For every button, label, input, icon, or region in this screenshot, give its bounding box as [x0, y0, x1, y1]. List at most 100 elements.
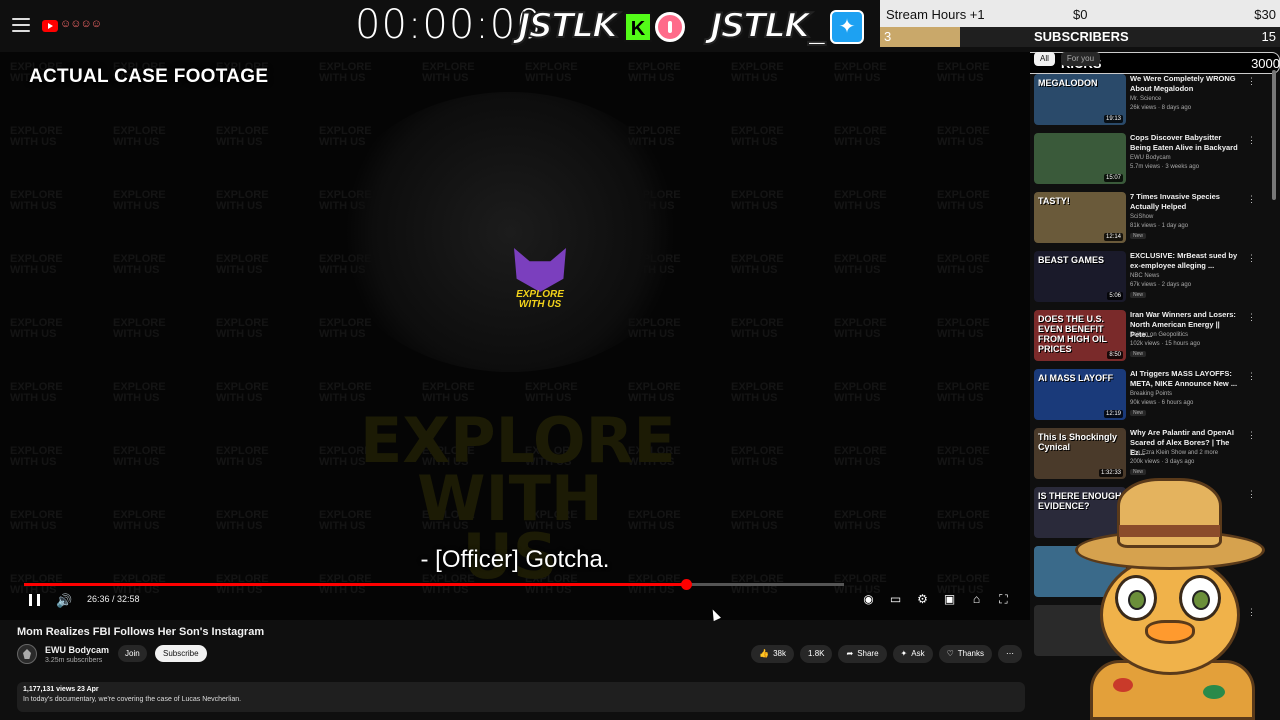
share-label: Share — [857, 649, 879, 658]
thanks-button[interactable]: ♡ Thanks — [938, 645, 992, 663]
miniplayer-icon[interactable]: ▣ — [943, 592, 956, 607]
recommendation-channel[interactable]: Mr. Science — [1130, 96, 1161, 102]
recommendation-channel[interactable]: Zeihan on Geopolitics — [1130, 332, 1188, 338]
share-button[interactable]: ➦ Share — [838, 645, 887, 663]
recommendation-item[interactable]: 15:07 Cops Discover Babysitter Being Eate… — [1034, 133, 1280, 192]
subscribers-goal: 15 — [1261, 29, 1276, 44]
watermark-tile: EXPLORE WITH US — [216, 253, 269, 276]
channel-avatar[interactable] — [17, 644, 37, 664]
like-button[interactable]: 👍 38k — [751, 645, 795, 663]
subscribers-current: 3 — [884, 29, 892, 44]
pause-icon[interactable] — [29, 594, 40, 606]
views-and-date: 1,177,131 views 23 Apr — [23, 686, 99, 693]
new-badge: New — [1130, 410, 1147, 416]
more-vert-icon[interactable]: ⋮ — [1247, 76, 1256, 87]
twitter-bird-icon: ✦ — [830, 10, 864, 44]
watermark-tile: EXPLORE WITH US — [834, 125, 887, 148]
progress-scrubber[interactable] — [680, 579, 692, 590]
recommendation-views: 67k views · 2 days ago — [1130, 282, 1192, 288]
watermark-tile: EXPLORE WITH US — [731, 445, 784, 468]
recommendation-thumbnail[interactable]: BEAST GAMES 5:06 — [1034, 251, 1126, 302]
more-vert-icon[interactable]: ⋮ — [1247, 253, 1256, 264]
watermark-tile: EXPLORE WITH US — [731, 381, 784, 404]
like-count: 38k — [773, 649, 787, 658]
more-vert-icon[interactable]: ⋮ — [1247, 194, 1256, 205]
recommendation-title[interactable]: EXCLUSIVE: MrBeast sued by ex-employee a… — [1130, 251, 1240, 271]
recommendation-channel[interactable]: SciShow — [1130, 214, 1153, 220]
recommendation-item[interactable]: AI MASS LAYOFF 12:19 AI Triggers MASS LAYO… — [1034, 369, 1280, 428]
recommendation-channel[interactable]: The Ezra Klein Show and 2 more — [1130, 450, 1218, 456]
chip-all[interactable]: All — [1034, 52, 1055, 66]
recommendation-title[interactable]: 7 Times Invasive Species Actually Helped — [1130, 192, 1240, 212]
subtitle-caption: - [Officer] Gotcha. — [420, 546, 610, 573]
recommendation-title[interactable]: Cops Discover Babysitter Being Eaten Ali… — [1130, 133, 1240, 153]
mascot-bird-avatar — [1075, 470, 1265, 720]
more-actions-button[interactable]: ⋯ — [998, 645, 1022, 663]
watermark-tile: EXPLORE WITH US — [113, 189, 166, 212]
recommendation-title[interactable]: AI Triggers MASS LAYOFFS: META, NIKE Ann… — [1130, 369, 1240, 389]
recommendation-item[interactable]: BEAST GAMES 5:06 EXCLUSIVE: MrBeast sued b… — [1034, 251, 1280, 310]
new-badge: New — [1130, 233, 1147, 239]
doodle-logo-icon: ☺☺☺☺ — [60, 18, 102, 30]
recommendation-item[interactable]: MEGALODON 19:13 We Were Completely WRONG A… — [1034, 74, 1280, 133]
join-button[interactable]: Join — [118, 645, 147, 662]
more-vert-icon[interactable]: ⋮ — [1247, 430, 1256, 441]
watermark-tile: EXPLORE WITH US — [937, 125, 990, 148]
chip-for-you[interactable]: For you — [1060, 52, 1101, 66]
subscribe-button[interactable]: Subscribe — [155, 645, 207, 662]
subscribers-label: SUBSCRIBERS — [1034, 29, 1129, 44]
video-metadata: Mom Realizes FBI Follows Her Son's Insta… — [0, 620, 1030, 720]
autoplay-toggle-icon[interactable]: ◉ — [862, 592, 875, 607]
recommendation-channel[interactable]: NBC News — [1130, 273, 1159, 279]
watermark-tile: EXPLORE WITH US — [216, 125, 269, 148]
recommendation-item[interactable]: DOES THE U.S. EVEN BENEFIT FROM HIGH OIL… — [1034, 310, 1280, 369]
watermark-tile: EXPLORE WITH US — [834, 253, 887, 276]
watermark-tile: EXPLORE WITH US — [319, 61, 372, 84]
watermark-tile: EXPLORE WITH US — [216, 189, 269, 212]
cast-icon[interactable]: ⌂ — [970, 592, 983, 607]
youtube-logo-icon[interactable] — [42, 20, 58, 32]
ask-button[interactable]: ✦ Ask — [892, 645, 933, 663]
recommendation-channel[interactable]: EWU Bodycam — [1130, 155, 1171, 161]
watermark-tile: EXPLORE WITH US — [10, 125, 63, 148]
more-vert-icon[interactable]: ⋮ — [1247, 135, 1256, 146]
watermark-tile: EXPLORE WITH US — [731, 317, 784, 340]
hamburger-menu-icon[interactable] — [12, 18, 30, 32]
video-player[interactable]: EXPLORE WITH US EXPLORE WITH US EXPLORE WI… — [0, 52, 1030, 620]
recommendation-channel[interactable]: Breaking Points — [1130, 391, 1172, 397]
top-bar: ☺☺☺☺ 00:00:00 JSTLK K JSTLK_ ✦ — [0, 0, 880, 52]
recommendation-thumbnail[interactable]: MEGALODON 19:13 — [1034, 74, 1126, 125]
gear-icon[interactable]: ⚙ — [916, 592, 929, 607]
dislike-button[interactable]: 1.8K — [800, 645, 833, 663]
more-vert-icon[interactable]: ⋮ — [1247, 312, 1256, 323]
sidebar-scrollbar[interactable] — [1272, 70, 1276, 200]
mascot-beak — [1145, 620, 1195, 644]
recommendation-title[interactable]: We Were Completely WRONG About Megalodon — [1130, 74, 1240, 94]
recommendation-thumbnail[interactable]: DOES THE U.S. EVEN BENEFIT FROM HIGH OIL… — [1034, 310, 1126, 361]
watermark-tile: EXPLORE WITH US — [937, 445, 990, 468]
channel-name[interactable]: EWU Bodycam — [45, 645, 109, 655]
thumbnail-text: This Is Shockingly Cynical — [1038, 432, 1118, 452]
progress-fill — [24, 583, 686, 586]
more-vert-icon[interactable]: ⋮ — [1247, 371, 1256, 382]
recommendation-item[interactable]: TASTY! 12:14 7 Times Invasive Species Actu… — [1034, 192, 1280, 251]
watermark-tile: EXPLORE WITH US — [113, 445, 166, 468]
progress-bar[interactable] — [24, 579, 844, 590]
watermark-tile: EXPLORE WITH US — [731, 125, 784, 148]
subscribers-row: 3 SUBSCRIBERS 15 — [880, 27, 1280, 47]
recommendation-views: 90k views · 6 hours ago — [1130, 400, 1194, 406]
description-text: In today's documentary, we're covering t… — [23, 696, 242, 703]
watermark-tile: EXPLORE WITH US — [937, 253, 990, 276]
new-badge: New — [1130, 351, 1147, 357]
watermark-tile: EXPLORE WITH US — [834, 317, 887, 340]
stream-money-current: $0 — [1073, 7, 1088, 22]
captions-icon[interactable]: ▭ — [889, 592, 902, 607]
recommendation-thumbnail[interactable]: 15:07 — [1034, 133, 1126, 184]
duration-badge: 8:50 — [1107, 351, 1123, 359]
description-box[interactable]: 1,177,131 views 23 Apr In today's docume… — [17, 682, 1025, 712]
recommendation-thumbnail[interactable]: AI MASS LAYOFF 12:19 — [1034, 369, 1126, 420]
recommendation-thumbnail[interactable]: TASTY! 12:14 — [1034, 192, 1126, 243]
recommendation-views: 102k views · 15 hours ago — [1130, 341, 1201, 347]
fullscreen-icon[interactable]: ⛶ — [997, 592, 1010, 607]
volume-icon[interactable]: 🔊 — [56, 593, 72, 609]
